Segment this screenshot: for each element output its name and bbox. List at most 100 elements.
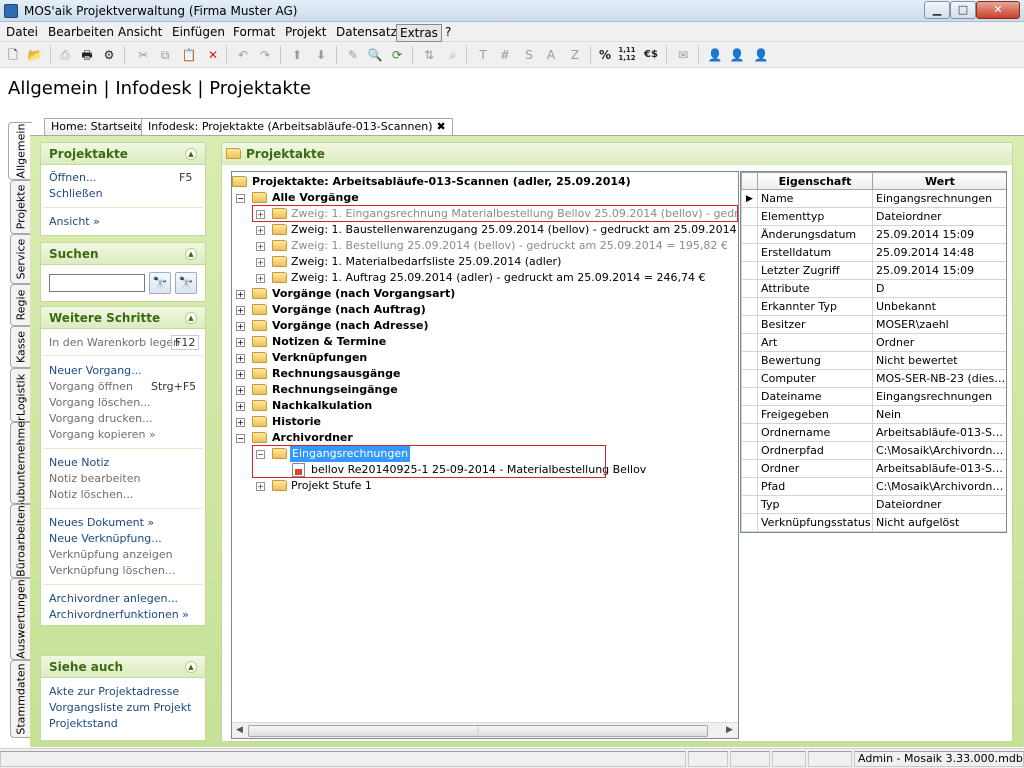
text-s-button[interactable]: S (520, 46, 538, 64)
minimize-button[interactable]: ▁ (924, 1, 950, 19)
vtab-service[interactable]: Service (10, 234, 30, 284)
find-icon[interactable]: 🔍 (366, 46, 384, 64)
properties-grid[interactable]: Eigenschaft Wert ▶ Name Eingangsrechnungen… (740, 171, 1007, 533)
user-blue-icon[interactable]: 👤 (706, 46, 724, 64)
property-value[interactable]: Unbekannt (872, 297, 1006, 316)
property-row[interactable]: Bewertung Nicht bewertet (741, 351, 1006, 370)
collapse-icon[interactable]: ▲ (185, 661, 197, 673)
vtab-regie[interactable]: Regie (10, 284, 30, 326)
property-row[interactable]: ▶ Name Eingangsrechnungen (741, 189, 1006, 208)
expand-icon[interactable]: + (256, 274, 265, 283)
property-row[interactable]: Attribute D (741, 279, 1006, 298)
expand-icon[interactable]: + (256, 258, 265, 267)
move-up-icon[interactable]: ⬆ (288, 46, 306, 64)
expand-icon[interactable]: + (256, 226, 265, 235)
property-value[interactable]: 25.09.2014 15:09 (872, 225, 1006, 244)
link-neue-notiz[interactable]: Neue Notiz (49, 456, 109, 469)
property-row[interactable]: Computer MOS-SER-NB-23 (dieser ... (741, 369, 1006, 388)
property-value[interactable]: Dateiordner (872, 495, 1006, 514)
property-value[interactable]: Dateiordner (872, 207, 1006, 226)
currency-button[interactable]: €$ (642, 46, 660, 64)
expand-icon[interactable]: + (236, 402, 245, 411)
link-neue-verknuepfung[interactable]: Neue Verknüpfung... (49, 532, 162, 545)
menu-bearbeiten[interactable]: Bearbeiten (45, 24, 117, 40)
copy-icon[interactable]: ⧉ (156, 46, 174, 64)
menu-ansicht[interactable]: Ansicht (115, 24, 165, 40)
delete-icon[interactable]: ✕ (204, 46, 222, 64)
property-value[interactable]: C:\Mosaik\Archivordner\... (872, 477, 1006, 496)
property-row[interactable]: Ordnerpfad C:\Mosaik\Archivordner\... (741, 441, 1006, 460)
property-row[interactable]: Änderungsdatum 25.09.2014 15:09 (741, 225, 1006, 244)
link-projektstand[interactable]: Projektstand (49, 717, 118, 730)
search-next-icon[interactable]: 🔭 (175, 272, 197, 294)
column-header-wert[interactable]: Wert (872, 172, 1006, 190)
expand-icon[interactable]: + (256, 482, 265, 491)
horizontal-scrollbar[interactable]: ◀ ⦙ ▶ (232, 722, 738, 738)
menu-datei[interactable]: Datei (3, 24, 41, 40)
link-vorgang-kopieren[interactable]: Vorgang kopieren » (49, 428, 156, 441)
edit-icon[interactable]: ✎ (344, 46, 362, 64)
close-button[interactable]: ✕ (976, 1, 1020, 19)
tab-home[interactable]: Home: Startseite (44, 118, 152, 136)
property-value[interactable]: Nicht bewertet (872, 351, 1006, 370)
property-row[interactable]: Besitzer MOSER\zaehl (741, 315, 1006, 334)
property-value[interactable]: Ordner (872, 333, 1006, 352)
expand-icon[interactable]: + (236, 418, 245, 427)
vtab-subunternehmer[interactable]: Subunternehmer (10, 416, 30, 510)
vtab-bueroarbeiten[interactable]: Büroarbeiten (10, 504, 30, 578)
link-archivordnerfunktionen[interactable]: Archivordnerfunktionen » (49, 608, 189, 621)
percent-button[interactable]: % (596, 46, 614, 64)
link-vorgang-oeffnen[interactable]: Vorgang öffnen (49, 380, 133, 393)
property-value[interactable]: MOSER\zaehl (872, 315, 1006, 334)
property-row[interactable]: Ordnername Arbeitsabläufe-013-Sca... (741, 423, 1006, 442)
maximize-button[interactable]: □ (950, 1, 976, 19)
menu-extras[interactable]: Extras (396, 24, 442, 42)
property-row[interactable]: Pfad C:\Mosaik\Archivordner\... (741, 477, 1006, 496)
link-vorgangsliste[interactable]: Vorgangsliste zum Projekt (49, 701, 191, 714)
scroll-left-icon[interactable]: ◀ (236, 725, 243, 735)
vtab-logistik[interactable]: Logistik (10, 368, 30, 422)
vtab-projekte[interactable]: Projekte (10, 180, 30, 234)
property-row[interactable]: Erkannter Typ Unbekannt (741, 297, 1006, 316)
link-akte-projektadresse[interactable]: Akte zur Projektadresse (49, 685, 179, 698)
property-value[interactable]: Nein (872, 405, 1006, 424)
menu-datensatz[interactable]: Datensatz (333, 24, 400, 40)
search-input[interactable] (49, 274, 145, 292)
vtab-stammdaten[interactable]: Stammdaten (10, 660, 30, 738)
property-row[interactable]: Dateiname Eingangsrechnungen (741, 387, 1006, 406)
property-value[interactable]: Nicht aufgelöst (872, 513, 1006, 532)
open-icon[interactable]: 📂 (26, 46, 44, 64)
menu-projekt[interactable]: Projekt (282, 24, 329, 40)
collapse-icon[interactable]: ▲ (185, 148, 197, 160)
property-value[interactable]: 25.09.2014 15:09 (872, 261, 1006, 280)
property-value[interactable]: Eingangsrechnungen (872, 189, 1006, 208)
new-icon[interactable]: 🗋 (4, 46, 22, 64)
project-tree[interactable]: Projektakte: Arbeitsabläufe-013-Scannen … (231, 171, 739, 739)
scrollbar-thumb[interactable]: ⦙ (248, 725, 708, 737)
redo-icon[interactable]: ↷ (256, 46, 274, 64)
scroll-right-icon[interactable]: ▶ (726, 725, 733, 735)
vtab-allgemein[interactable]: Allgemein (8, 122, 32, 180)
link-archivordner-anlegen[interactable]: Archivordner anlegen... (49, 592, 178, 605)
property-row[interactable]: Freigegeben Nein (741, 405, 1006, 424)
link-warenkorb[interactable]: In den Warenkorb legen (49, 336, 180, 349)
column-header-eigenschaft[interactable]: Eigenschaft (757, 172, 873, 190)
decimal-button[interactable]: 1,11 1,12 (618, 46, 636, 64)
undo-icon[interactable]: ↶ (234, 46, 252, 64)
mail-icon[interactable]: ✉ (674, 46, 692, 64)
property-row[interactable]: Art Ordner (741, 333, 1006, 352)
zoom-icon[interactable]: ⌕ (444, 46, 462, 64)
user-yellow-icon[interactable]: 👤 (728, 46, 746, 64)
link-ansicht[interactable]: Ansicht » (49, 215, 100, 228)
sort-icon[interactable]: ⇅ (420, 46, 438, 64)
expand-icon[interactable]: + (236, 338, 245, 347)
expand-icon[interactable]: + (236, 290, 245, 299)
expand-icon[interactable]: + (236, 386, 245, 395)
property-row[interactable]: Verknüpfungsstatus Nicht aufgelöst (741, 513, 1006, 532)
property-value[interactable]: D (872, 279, 1006, 298)
expand-icon[interactable]: + (236, 370, 245, 379)
vtab-kasse[interactable]: Kasse (10, 326, 30, 368)
property-row[interactable]: Typ Dateiordner (741, 495, 1006, 514)
property-value[interactable]: MOS-SER-NB-23 (dieser ... (872, 369, 1006, 388)
search-icon[interactable]: 🔭 (149, 272, 171, 294)
